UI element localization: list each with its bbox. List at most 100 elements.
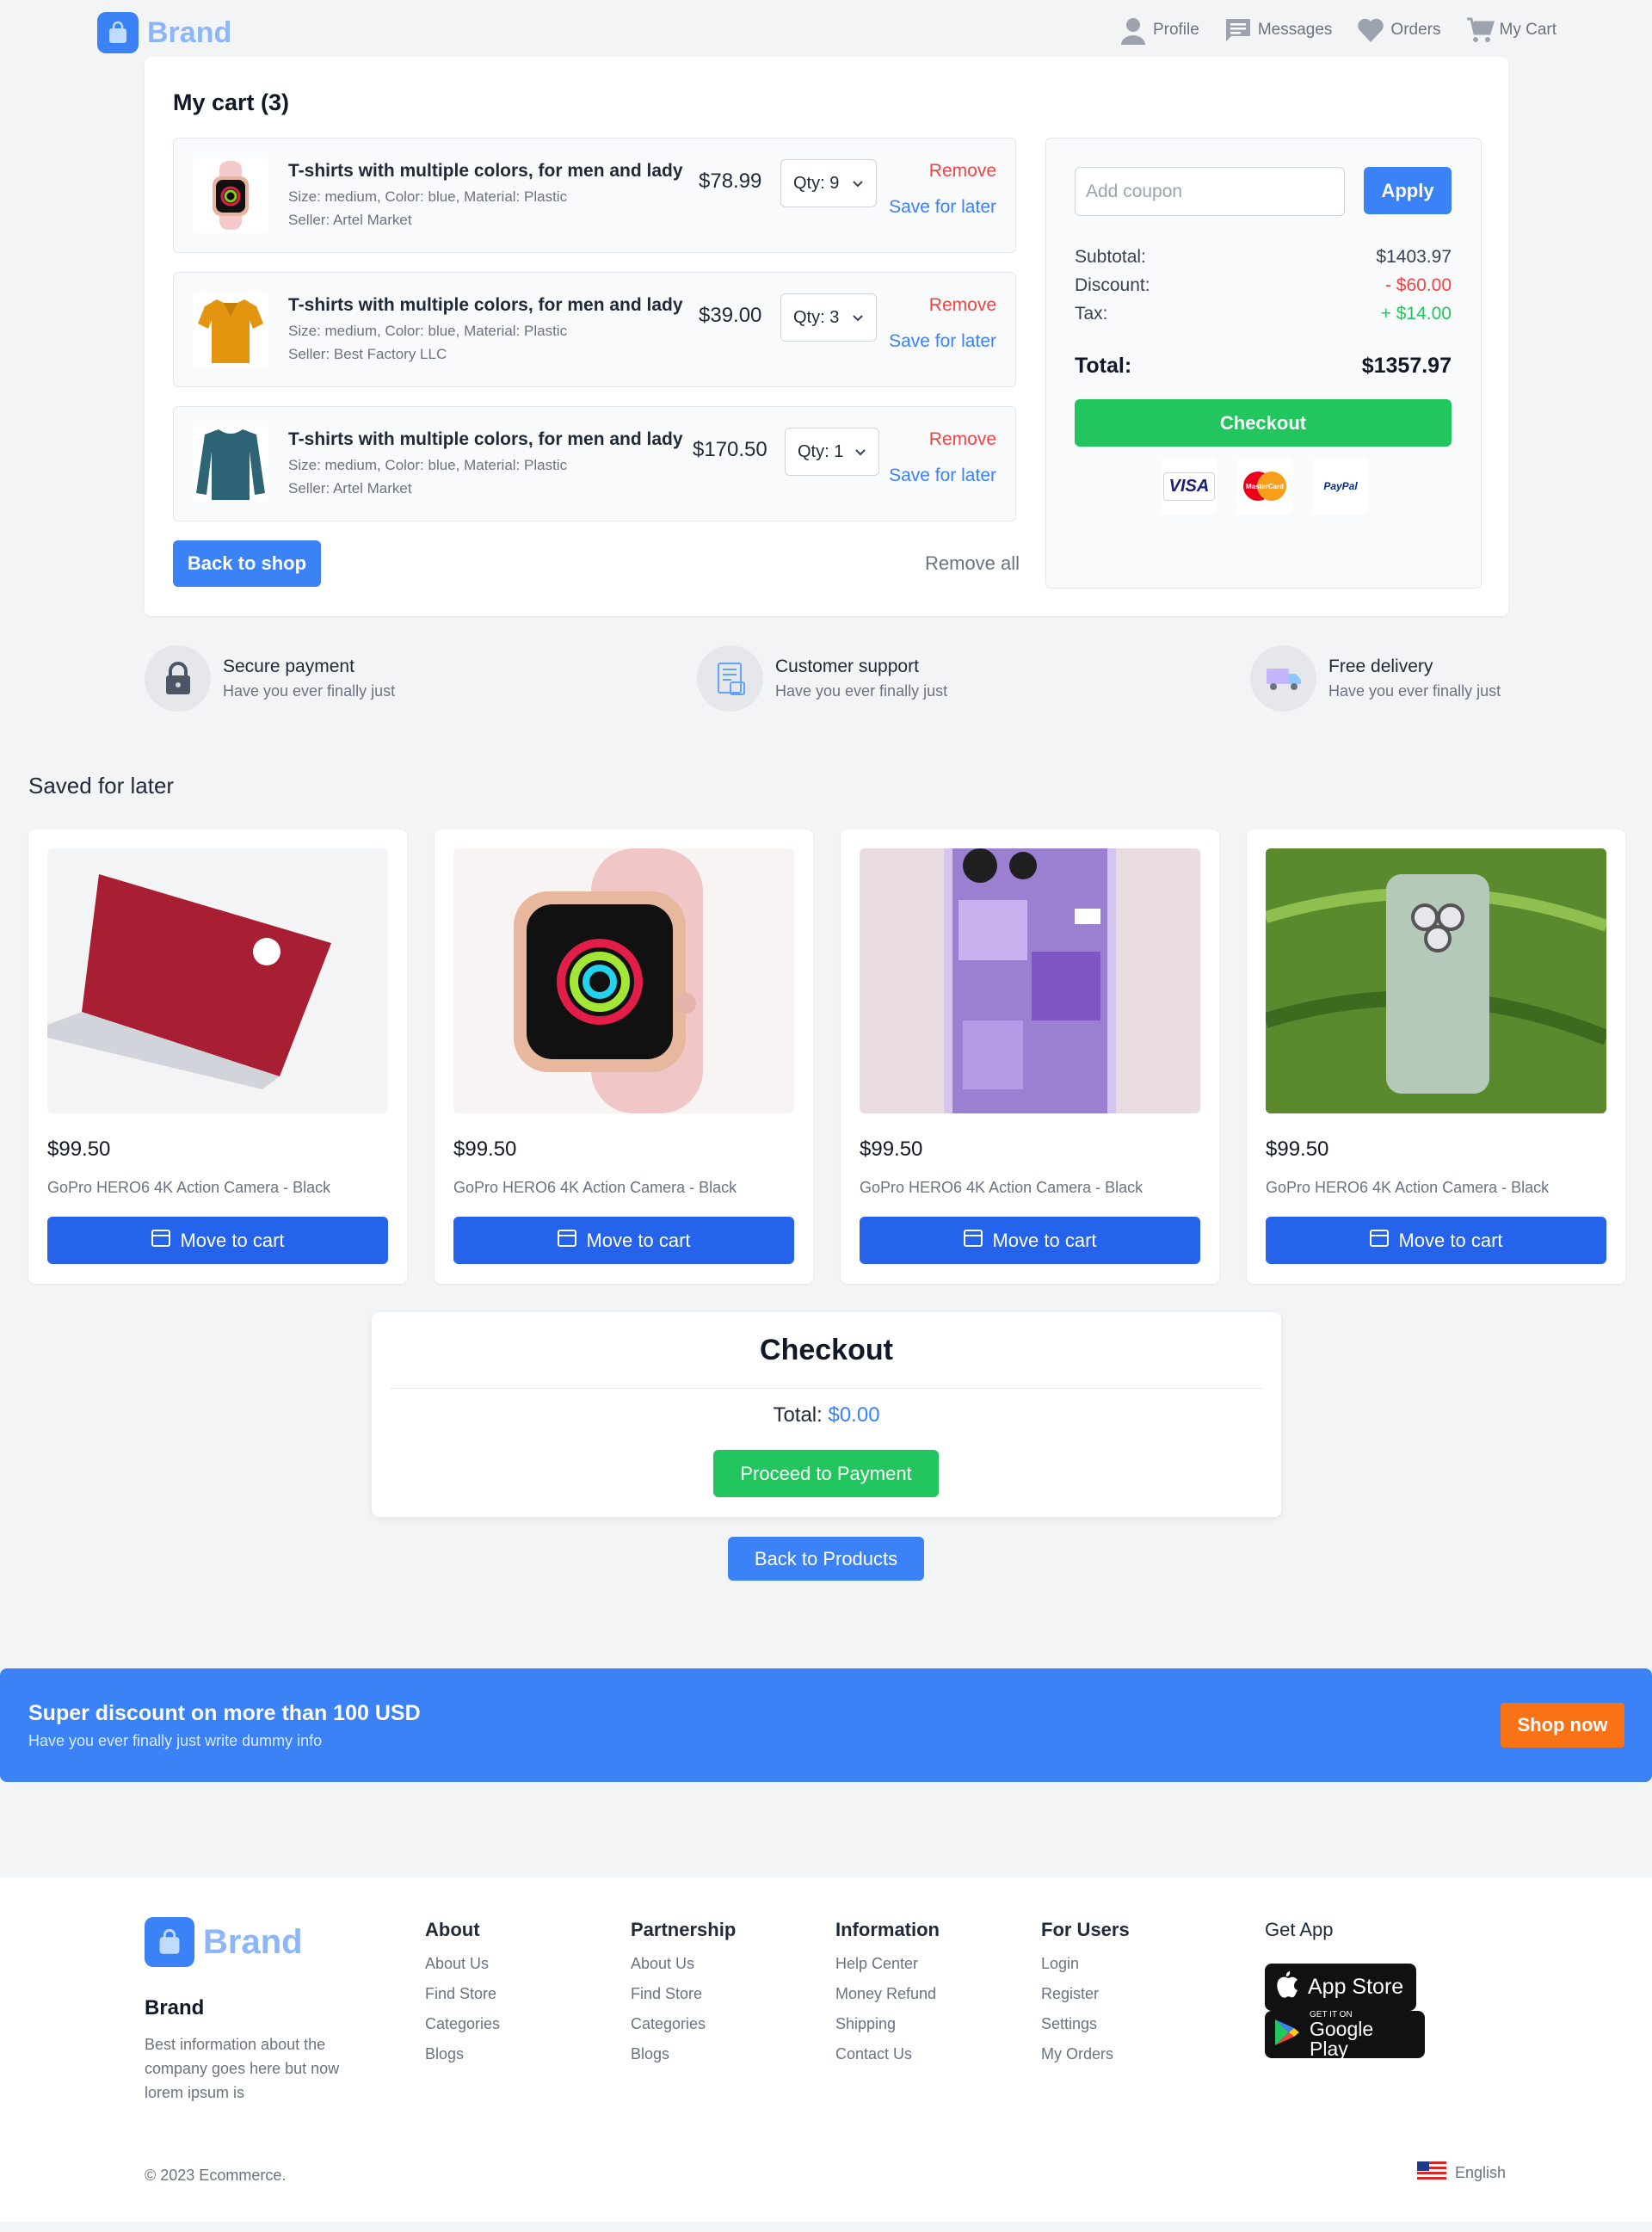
apply-coupon-button[interactable]: Apply (1364, 167, 1452, 214)
remove-link[interactable]: Remove (929, 429, 996, 450)
move-to-cart-label: Move to cart (180, 1229, 285, 1251)
item-image-watch (193, 157, 268, 233)
brand-logo[interactable]: Brand (97, 12, 231, 53)
item-meta: Size: medium, Color: blue, Material: Pla… (288, 188, 568, 205)
coupon-input[interactable] (1075, 167, 1345, 216)
nav-profile-label: Profile (1152, 21, 1199, 39)
payment-methods: VISA MasterCard PayPal (1161, 458, 1369, 515)
nav-cart[interactable]: My Cart (1465, 15, 1556, 45)
footer-link[interactable]: Categories (425, 2015, 500, 2033)
footer-link[interactable]: Register (1041, 1985, 1130, 2003)
footer-link[interactable]: Blogs (425, 2045, 500, 2063)
apple-icon (1273, 1970, 1299, 2005)
saved-for-later-title: Saved for later (28, 773, 175, 798)
footer-link[interactable]: Blogs (631, 2045, 736, 2063)
tax-label: Tax: (1075, 304, 1108, 324)
saved-card: $99.50 GoPro HERO6 4K Action Camera - Bl… (435, 829, 813, 1284)
item-name[interactable]: T-shirts with multiple colors, for men a… (288, 429, 683, 450)
checkout-title: Checkout (760, 1334, 893, 1366)
quantity-select[interactable]: Qty: 3 (780, 293, 877, 342)
banner-title: Super discount on more than 100 USD (28, 1701, 421, 1725)
nav-orders-label: Orders (1390, 21, 1441, 39)
saved-image-phone[interactable] (1266, 848, 1606, 1113)
footer-link[interactable]: My Orders (1041, 2045, 1130, 2063)
footer-link[interactable]: Contact Us (835, 2045, 940, 2063)
nav-orders[interactable]: Orders (1356, 15, 1441, 45)
checkout-total: Total: $0.00 (372, 1403, 1281, 1427)
move-to-cart-label: Move to cart (992, 1229, 1097, 1251)
saved-image-laptop[interactable] (47, 848, 388, 1113)
feature-title: Free delivery (1328, 657, 1433, 676)
move-to-cart-button[interactable]: Move to cart (1266, 1217, 1606, 1264)
app-store-label: App Store (1308, 1975, 1404, 1999)
save-for-later-link[interactable]: Save for later (889, 197, 996, 218)
feature-sub: Have you ever finally just (775, 682, 948, 700)
item-meta: Size: medium, Color: blue, Material: Pla… (288, 457, 568, 473)
footer-link[interactable]: Find Store (425, 1985, 500, 2003)
discount-banner: Super discount on more than 100 USD Have… (0, 1668, 1652, 1782)
remove-link[interactable]: Remove (929, 295, 996, 316)
language-selector[interactable]: English (1417, 2161, 1506, 2185)
save-for-later-link[interactable]: Save for later (889, 331, 996, 352)
move-to-cart-label: Move to cart (586, 1229, 691, 1251)
nav-profile[interactable]: Profile (1119, 15, 1199, 45)
remove-all-link[interactable]: Remove all (925, 552, 1020, 575)
cart-icon (1465, 15, 1495, 45)
proceed-to-payment-button[interactable]: Proceed to Payment (713, 1450, 939, 1497)
footer-link[interactable]: Settings (1041, 2015, 1130, 2033)
feature-free-delivery: Free delivery Have you ever finally just (1250, 645, 1501, 712)
copyright: © 2023 Ecommerce. (145, 2167, 287, 2184)
footer-link[interactable]: Find Store (631, 1985, 736, 2003)
saved-price: $99.50 (47, 1138, 111, 1161)
support-icon (697, 645, 763, 712)
checkout-button[interactable]: Checkout (1075, 399, 1452, 447)
feature-title: Customer support (775, 657, 919, 676)
footer-link[interactable]: Help Center (835, 1955, 940, 1973)
truck-icon (1250, 645, 1316, 712)
back-to-shop-button[interactable]: Back to shop (173, 540, 321, 587)
move-to-cart-button[interactable]: Move to cart (453, 1217, 794, 1264)
tax-value: + $14.00 (1380, 304, 1452, 324)
footer-link[interactable]: Shipping (835, 2015, 940, 2033)
item-meta: Size: medium, Color: blue, Material: Pla… (288, 323, 568, 339)
saved-name[interactable]: GoPro HERO6 4K Action Camera - Black (47, 1179, 330, 1197)
remove-link[interactable]: Remove (929, 161, 996, 182)
move-to-cart-button[interactable]: Move to cart (47, 1217, 388, 1264)
item-seller: Seller: Best Factory LLC (288, 346, 447, 362)
saved-image-phone-case[interactable] (860, 848, 1200, 1113)
item-price: $170.50 (693, 438, 767, 461)
saved-image-smartwatch[interactable] (453, 848, 794, 1113)
item-name[interactable]: T-shirts with multiple colors, for men a… (288, 295, 683, 316)
footer-brand-logo[interactable]: Brand (145, 1917, 303, 1967)
subtotal-label: Subtotal: (1075, 247, 1146, 267)
quantity-select[interactable]: Qty: 9 (780, 159, 877, 207)
save-for-later-link[interactable]: Save for later (889, 466, 996, 486)
google-play-badge[interactable]: GET IT ON Google Play (1265, 2010, 1425, 2058)
total-label: Total: (1075, 354, 1132, 378)
visa-icon: VISA (1161, 458, 1217, 515)
back-to-products-button[interactable]: Back to Products (728, 1537, 924, 1581)
divider (391, 1388, 1262, 1389)
shop-now-button[interactable]: Shop now (1501, 1703, 1624, 1748)
chevron-down-icon (852, 174, 864, 194)
cart-item: T-shirts with multiple colors, for men a… (173, 138, 1016, 253)
footer-link[interactable]: Categories (631, 2015, 736, 2033)
saved-name[interactable]: GoPro HERO6 4K Action Camera - Black (453, 1179, 737, 1197)
footer-link[interactable]: Login (1041, 1955, 1130, 1973)
item-price: $78.99 (699, 170, 762, 193)
footer-link[interactable]: Money Refund (835, 1985, 940, 2003)
footer-link[interactable]: About Us (425, 1955, 500, 1973)
subtotal-row: Subtotal: $1403.97 (1075, 247, 1452, 268)
shopping-bag-icon (145, 1917, 194, 1967)
saved-name[interactable]: GoPro HERO6 4K Action Camera - Black (860, 1179, 1143, 1197)
app-store-badge[interactable]: App Store (1265, 1964, 1416, 2011)
saved-name[interactable]: GoPro HERO6 4K Action Camera - Black (1266, 1179, 1549, 1197)
item-image-polo-shirt (193, 292, 268, 367)
footer-col-get-app: Get App (1265, 1919, 1334, 1955)
quantity-value: Qty: 9 (793, 173, 840, 193)
item-name[interactable]: T-shirts with multiple colors, for men a… (288, 161, 683, 182)
quantity-select[interactable]: Qty: 1 (785, 428, 879, 476)
nav-messages[interactable]: Messages (1224, 15, 1332, 45)
move-to-cart-button[interactable]: Move to cart (860, 1217, 1200, 1264)
footer-link[interactable]: About Us (631, 1955, 736, 1973)
